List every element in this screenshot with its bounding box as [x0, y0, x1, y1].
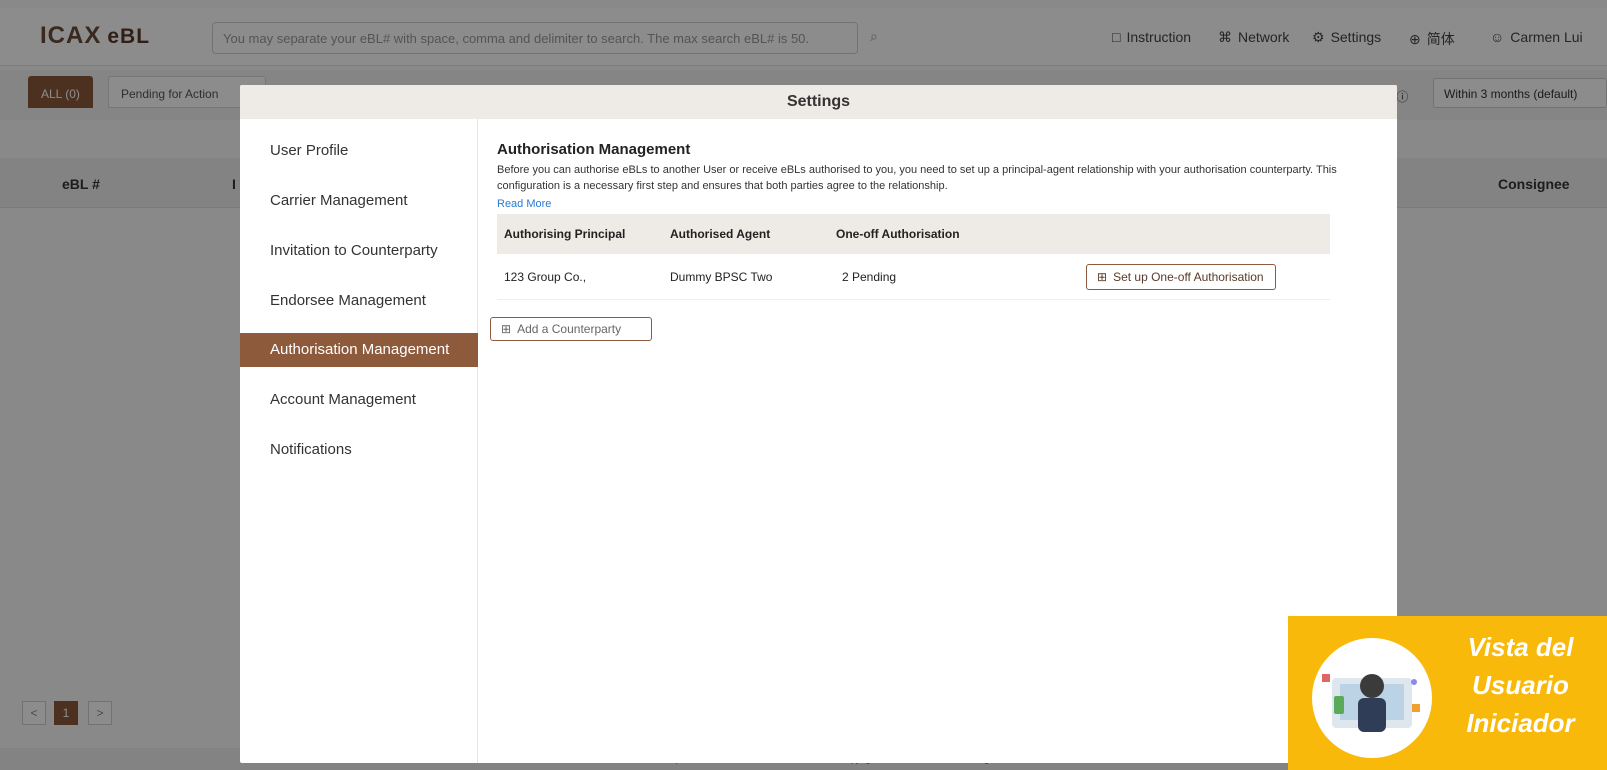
header-agent: Authorised Agent: [670, 227, 771, 241]
menu-notifications[interactable]: Notifications: [240, 433, 478, 467]
menu-user-profile[interactable]: User Profile: [240, 134, 478, 168]
authorisation-table: Authorising Principal Authorised Agent O…: [497, 214, 1330, 300]
menu-invitation-counterparty[interactable]: Invitation to Counterparty: [240, 234, 478, 268]
badge-caption: Vista del Usuario Iniciador: [1438, 628, 1603, 742]
add-document-icon: ⊞: [501, 322, 512, 336]
cell-oneoff-status: 2 Pending: [842, 270, 897, 284]
header-oneoff: One-off Authorisation: [836, 227, 960, 241]
user-view-badge: Vista del Usuario Iniciador: [1288, 616, 1607, 770]
header-principal: Authorising Principal: [504, 227, 626, 241]
menu-carrier-management[interactable]: Carrier Management: [240, 184, 478, 218]
modal-title: Settings: [240, 85, 1397, 119]
section-description: Before you can authorise eBLs to another…: [497, 164, 1337, 192]
menu-authorisation-management[interactable]: Authorisation Management: [240, 333, 478, 367]
badge-line-1: Vista del: [1467, 632, 1574, 662]
read-more-link[interactable]: Read More: [497, 198, 551, 210]
add-counterparty-label: Add a Counterparty: [517, 322, 622, 336]
authorisation-content: Authorisation Management Before you can …: [497, 141, 1359, 300]
menu-account-management[interactable]: Account Management: [240, 383, 478, 417]
settings-modal: Settings User Profile Carrier Management…: [240, 85, 1397, 763]
settings-sidebar: User Profile Carrier Management Invitati…: [240, 119, 478, 763]
cell-principal: 123 Group Co.,: [504, 270, 587, 284]
badge-line-2: Usuario: [1472, 670, 1569, 700]
authorisation-table-header: Authorising Principal Authorised Agent O…: [497, 214, 1330, 254]
menu-endorsee-management[interactable]: Endorsee Management: [240, 284, 478, 318]
setup-oneoff-label: Set up One-off Authorisation: [1113, 270, 1264, 284]
add-document-icon: ⊞: [1097, 270, 1108, 284]
table-row: 123 Group Co., Dummy BPSC Two 2 Pending …: [497, 254, 1330, 300]
user-illustration: [1312, 638, 1432, 758]
badge-line-3: Iniciador: [1466, 708, 1575, 738]
cell-agent: Dummy BPSC Two: [670, 270, 773, 284]
section-title: Authorisation Management: [497, 141, 691, 158]
setup-oneoff-authorisation-button[interactable]: ⊞ Set up One-off Authorisation: [1086, 264, 1276, 290]
add-counterparty-button[interactable]: ⊞ Add a Counterparty: [490, 317, 652, 341]
